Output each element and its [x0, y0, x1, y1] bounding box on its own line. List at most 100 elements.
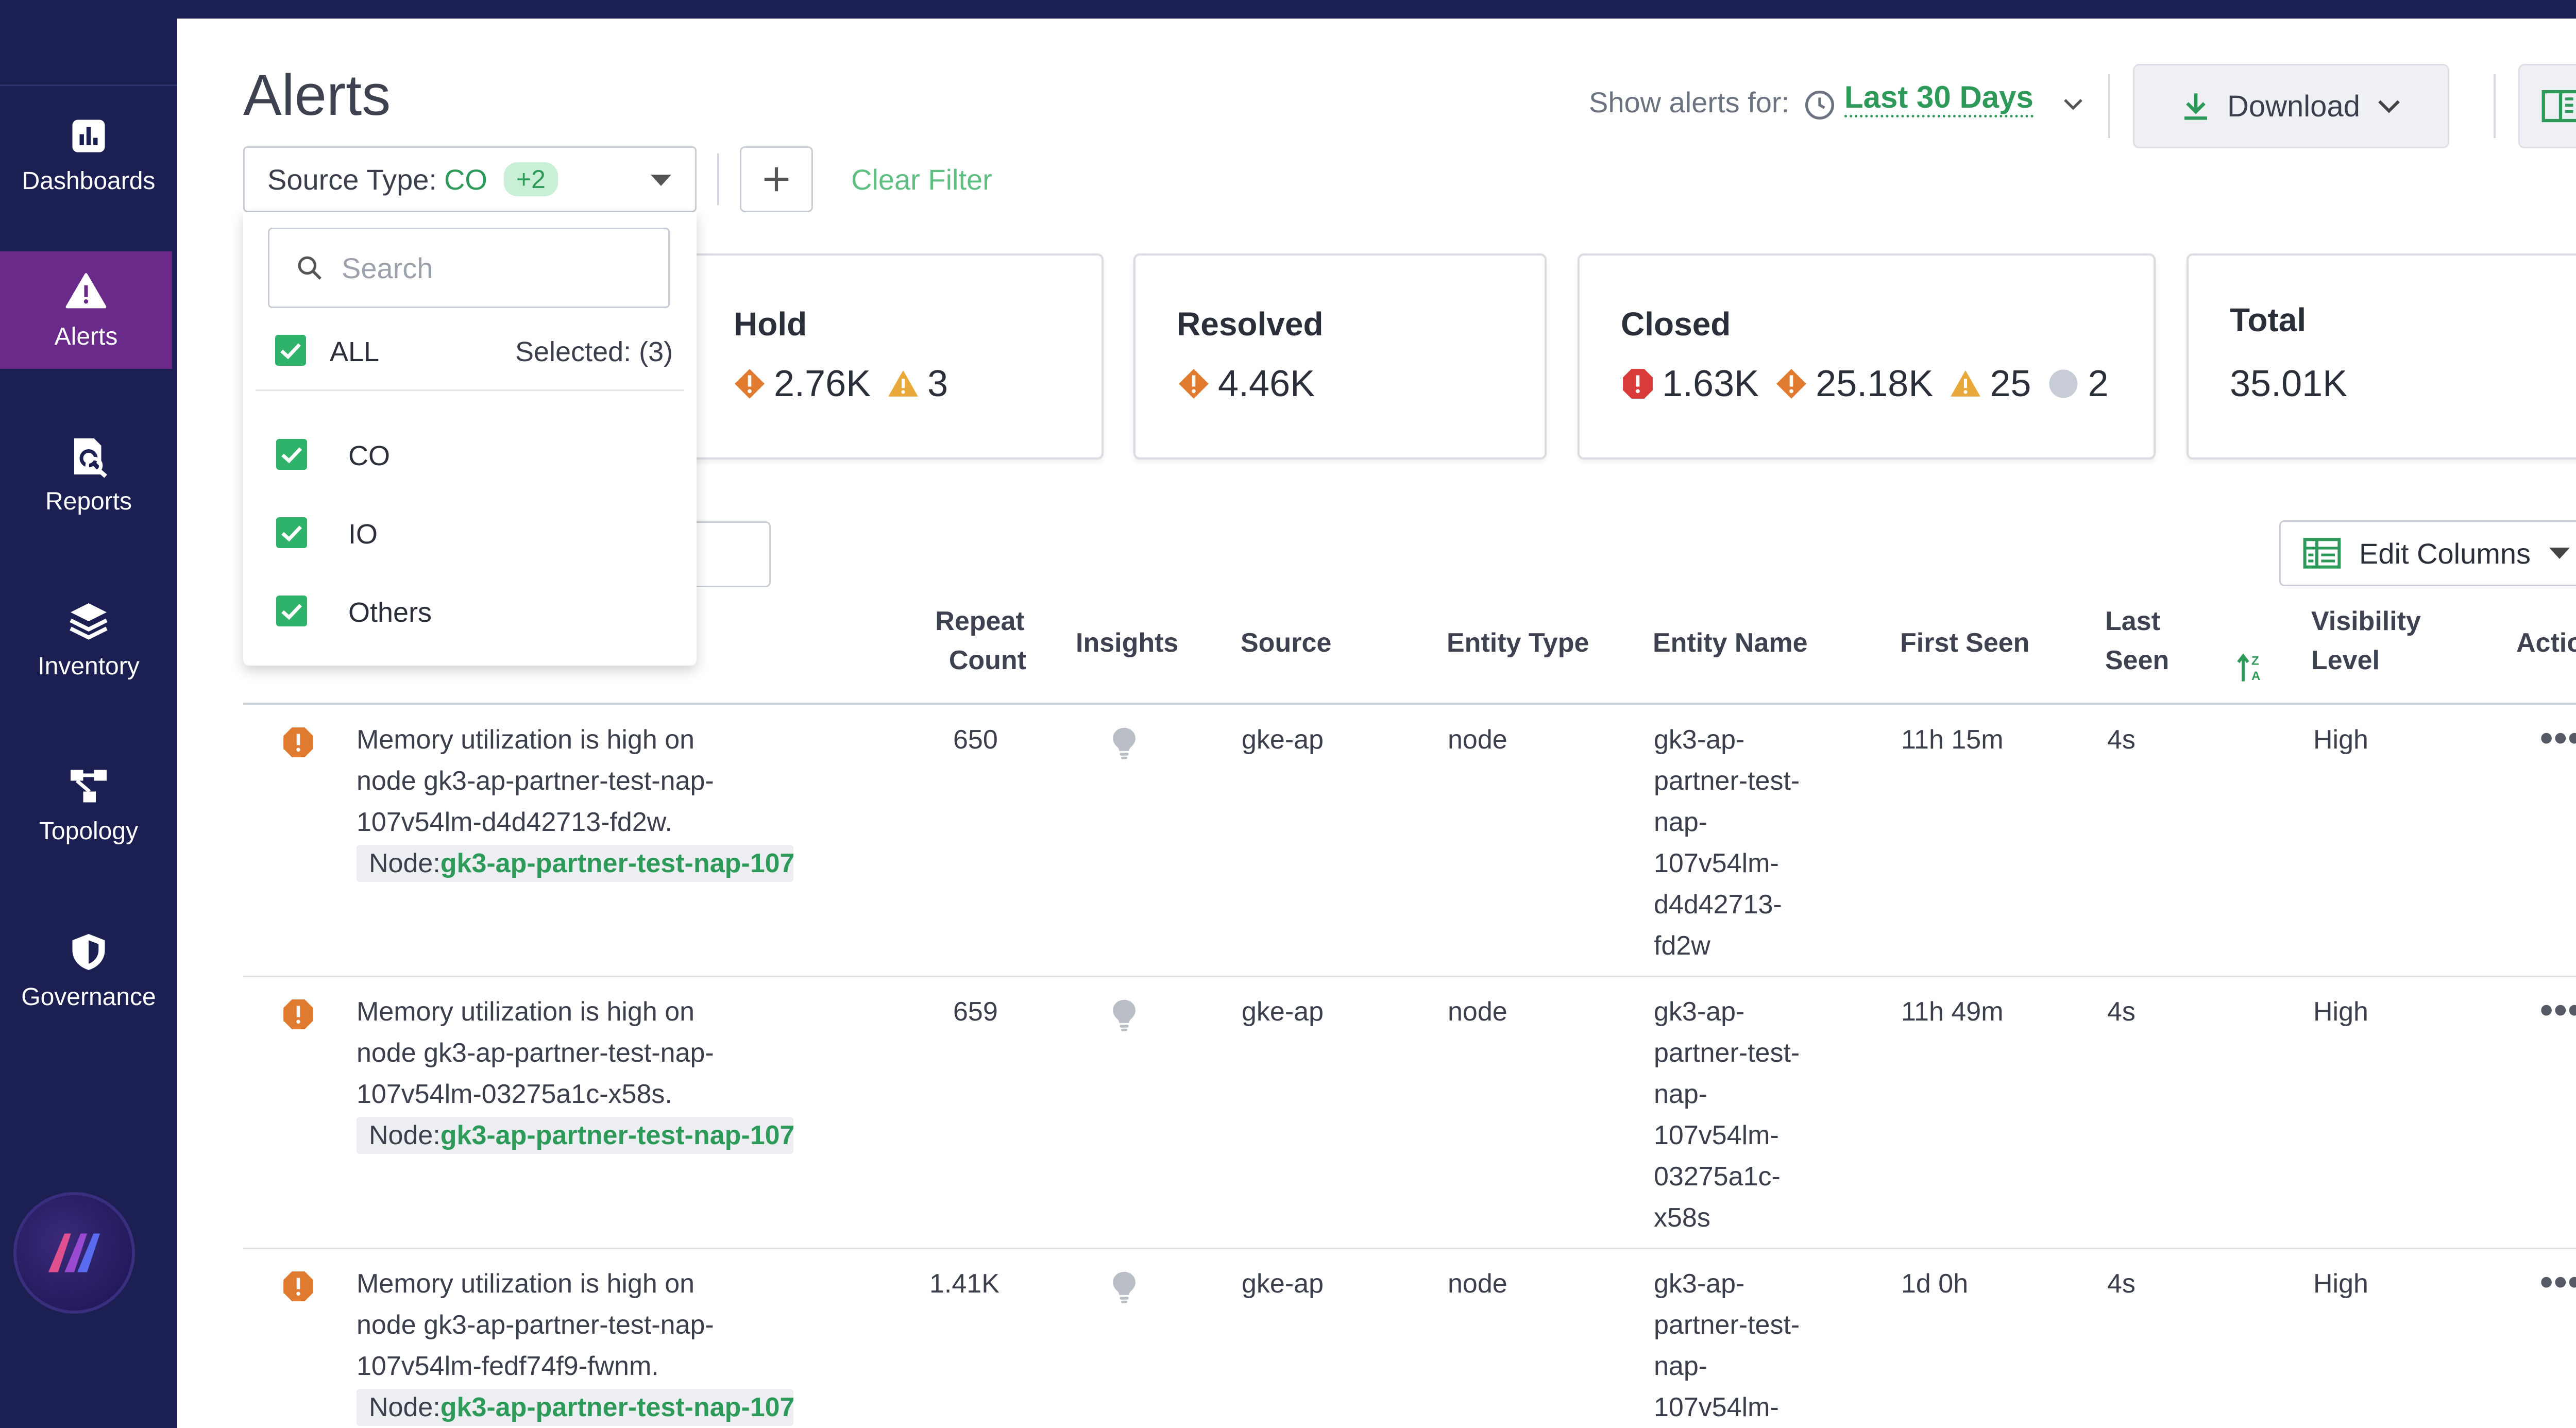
- extra-count-badge: +2: [503, 162, 558, 196]
- all-checkbox[interactable]: [275, 335, 306, 366]
- entity-name-line: nap-: [1654, 807, 1708, 837]
- svg-text:Z: Z: [2251, 654, 2259, 668]
- critical-count: 1.63K: [1662, 363, 1759, 404]
- sidebar-item-inventory[interactable]: Inventory: [0, 581, 177, 699]
- description-line: Memory utilization is high on: [357, 997, 695, 1027]
- entity-name-line: partner-test-: [1654, 1310, 1800, 1340]
- sort-icon[interactable]: ZA: [2235, 650, 2268, 685]
- alert-description[interactable]: Memory utilization is high on node gk3-a…: [357, 1263, 810, 1387]
- visibility-cell: High: [2313, 1269, 2368, 1299]
- column-header-last-seen[interactable]: Last Seen: [2105, 602, 2169, 680]
- option-others[interactable]: Others: [348, 597, 432, 628]
- svg-text:A: A: [2251, 669, 2260, 683]
- download-label: Download: [2227, 89, 2360, 123]
- entity-name-cell[interactable]: gk3-ap- partner-test- nap- 107v54lm- 032…: [1654, 991, 1800, 1238]
- entity-name-line: gk3-ap-: [1654, 997, 1745, 1027]
- option-co[interactable]: CO: [348, 440, 390, 472]
- closed-card[interactable]: Closed 1.63K 25.18K 25 2: [1578, 253, 2156, 460]
- co-checkbox[interactable]: [276, 439, 307, 470]
- card-stats: 4.46K: [1177, 363, 1322, 405]
- source-cell: gke-ap: [1242, 725, 1324, 755]
- entity-name-cell[interactable]: gk3-ap- partner-test- nap- 107v54lm-: [1654, 1263, 1800, 1428]
- book-panel-icon: [2541, 90, 2576, 123]
- column-header-entity-type[interactable]: Entity Type: [1447, 623, 1589, 662]
- sidebar-item-label: Alerts: [54, 322, 118, 350]
- column-header-action[interactable]: Actior: [2516, 623, 2576, 662]
- dropdown-search-input[interactable]: [341, 250, 631, 285]
- sidebar-item-reports[interactable]: Reports: [0, 416, 177, 534]
- checkmark-icon: [281, 447, 302, 464]
- node-tag[interactable]: Node:gk3-ap-partner-test-nap-107v54lm-d4…: [357, 845, 793, 882]
- clear-filter-link[interactable]: Clear Filter: [851, 163, 992, 196]
- source-type-select[interactable]: Source Type: CO +2: [243, 146, 697, 212]
- bar-chart-icon: [72, 120, 105, 152]
- last-seen-cell: 4s: [2107, 725, 2136, 755]
- more-actions-icon[interactable]: •••: [2540, 989, 2576, 1031]
- hold-card[interactable]: Hold 2.76K 3: [670, 253, 1104, 460]
- all-option-label[interactable]: ALL: [330, 336, 379, 368]
- major-stat: 4.46K: [1177, 363, 1315, 405]
- checkmark-icon: [281, 604, 302, 620]
- sidebar-item-label: Topology: [39, 817, 139, 845]
- major-alert-icon: [283, 727, 313, 757]
- major-stat: 2.76K: [733, 363, 871, 405]
- info-count: 2: [2088, 363, 2109, 404]
- report-search-icon: [74, 438, 108, 478]
- time-range-link[interactable]: Last 30 Days: [1844, 79, 2033, 117]
- alert-description[interactable]: Memory utilization is high on node gk3-a…: [357, 719, 810, 843]
- entity-name-line: gk3-ap-: [1654, 1269, 1745, 1299]
- others-checkbox[interactable]: [276, 596, 307, 626]
- minor-stat: 3: [886, 363, 948, 405]
- columns-icon: [2303, 538, 2341, 569]
- entity-name-line: gk3-ap-: [1654, 725, 1745, 755]
- header-line: Visibility: [2311, 606, 2421, 636]
- app-logo[interactable]: [16, 1195, 132, 1311]
- resolved-card[interactable]: Resolved 4.46K: [1133, 253, 1547, 460]
- visibility-cell: High: [2313, 725, 2368, 755]
- add-filter-button[interactable]: [740, 146, 813, 212]
- source-cell: gke-ap: [1242, 997, 1324, 1027]
- more-actions-icon[interactable]: •••: [2540, 1261, 2576, 1303]
- sidebar-item-dashboards[interactable]: Dashboards: [0, 96, 177, 213]
- dropdown-search[interactable]: [268, 228, 670, 308]
- lightbulb-icon[interactable]: [1109, 997, 1140, 1032]
- topology-icon: [71, 770, 107, 802]
- column-header-visibility-level[interactable]: Visibility Level: [2311, 602, 2421, 680]
- download-button[interactable]: Download: [2133, 64, 2449, 148]
- edit-columns-button[interactable]: Edit Columns: [2279, 520, 2576, 586]
- node-tag[interactable]: Node:gk3-ap-partner-test-nap-107v54lm-03…: [357, 1117, 793, 1154]
- description-line: Memory utilization is high on: [357, 725, 695, 755]
- column-header-source[interactable]: Source: [1241, 623, 1331, 662]
- top-bar: [0, 0, 2576, 19]
- column-header-repeat-count[interactable]: Repeat Count: [934, 602, 1026, 680]
- total-card[interactable]: Total 35.01K: [2187, 253, 2576, 460]
- side-panel-button[interactable]: [2518, 64, 2576, 148]
- sidebar-item-alerts[interactable]: Alerts: [0, 251, 172, 369]
- node-value: gk3-ap-partner-test-nap-107v54lm-fedf74f…: [440, 1392, 793, 1422]
- column-header-insights[interactable]: Insights: [1076, 623, 1178, 662]
- entity-name-line: d4d42713-: [1654, 890, 1782, 920]
- more-actions-icon[interactable]: •••: [2540, 717, 2576, 759]
- header-line: Level: [2311, 645, 2380, 675]
- node-prefix: Node:: [369, 848, 440, 878]
- search-icon: [298, 256, 321, 280]
- alert-description[interactable]: Memory utilization is high on node gk3-a…: [357, 991, 810, 1115]
- sidebar-item-label: Governance: [21, 983, 156, 1011]
- column-header-first-seen[interactable]: First Seen: [1900, 623, 2029, 662]
- entity-name-cell[interactable]: gk3-ap- partner-test- nap- 107v54lm- d4d…: [1654, 719, 1800, 966]
- minor-alert-icon: [888, 370, 919, 397]
- sidebar-item-topology[interactable]: Topology: [0, 746, 177, 863]
- lightbulb-icon[interactable]: [1109, 725, 1140, 760]
- entity-name-line: 03275a1c-: [1654, 1162, 1781, 1192]
- card-title: Total: [2230, 301, 2307, 338]
- caret-down-icon: [651, 175, 671, 186]
- card-title: Closed: [1621, 305, 1731, 343]
- sidebar-item-governance[interactable]: Governance: [0, 912, 177, 1029]
- chevron-down-icon[interactable]: [2061, 92, 2086, 116]
- card-stats: 2.76K 3: [733, 363, 955, 405]
- column-header-entity-name[interactable]: Entity Name: [1653, 623, 1808, 662]
- io-checkbox[interactable]: [276, 517, 307, 548]
- lightbulb-icon[interactable]: [1109, 1269, 1140, 1304]
- node-tag[interactable]: Node:gk3-ap-partner-test-nap-107v54lm-fe…: [357, 1389, 793, 1426]
- option-io[interactable]: IO: [348, 518, 378, 550]
